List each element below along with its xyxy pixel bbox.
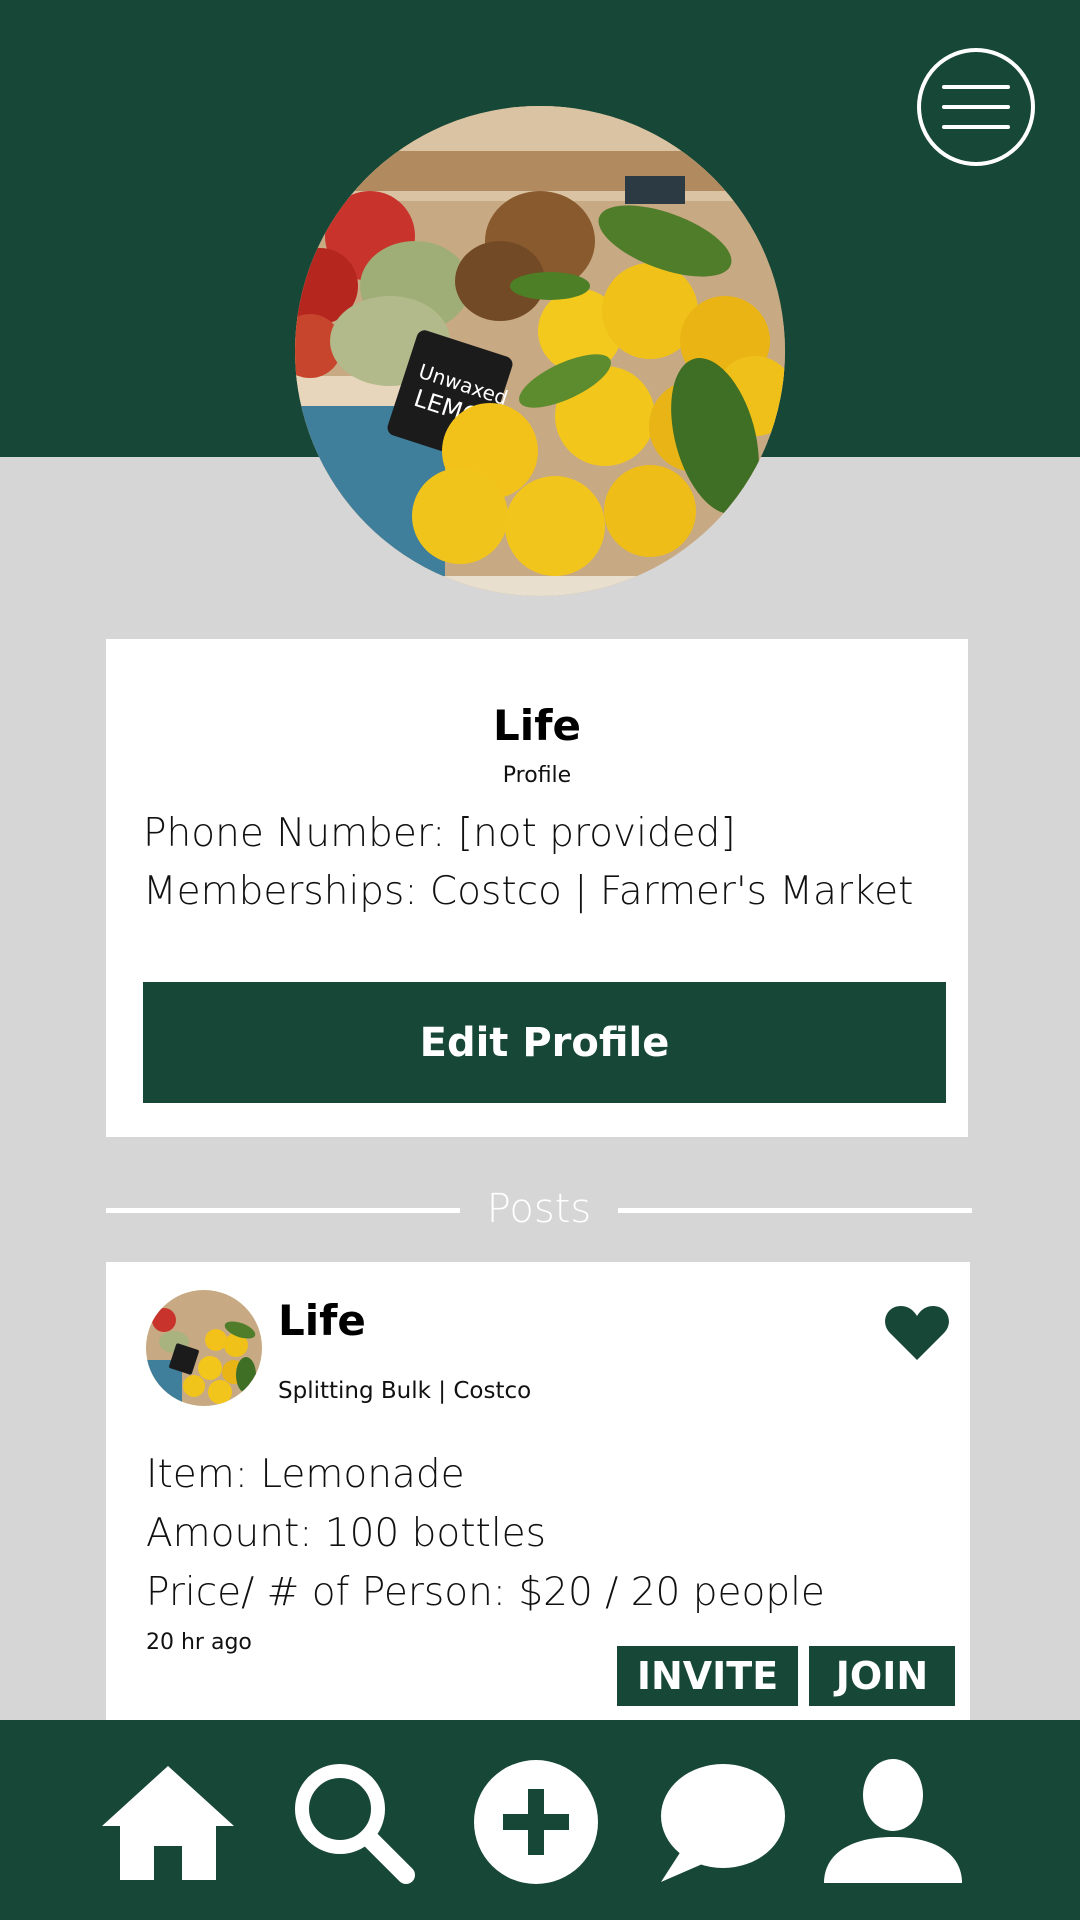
phone-number: Phone Number: [not provided] [143,811,736,856]
post-amount: Amount: 100 bottles [146,1511,546,1556]
nav-home[interactable] [93,1752,243,1892]
hamburger-menu-icon [942,85,1010,129]
posts-divider-right [618,1208,972,1213]
profile-subtitle: Profile [502,763,572,788]
post-author-name[interactable]: Life [278,1296,366,1345]
nav-messages[interactable] [646,1752,796,1892]
post-author-avatar[interactable] [146,1290,262,1406]
invite-button[interactable]: INVITE [617,1646,798,1706]
profile-icon [824,1759,962,1883]
lemons-avatar-image [146,1290,262,1406]
chat-icon [661,1764,785,1882]
profile-photo: Unwaxed LEMON [295,106,785,596]
posts-divider-left [106,1208,460,1213]
post-price: Price/ # of Person: $20 / 20 people [146,1570,825,1615]
profile-name: Life [493,701,581,750]
memberships: Memberships: Costco | Farmer's Market [143,869,914,914]
profile-card: Life Profile Phone Number: [not provided… [106,639,968,1137]
heart-icon[interactable] [884,1302,950,1362]
post-card[interactable]: Life Splitting Bulk | Costco Item: Lemon… [106,1262,970,1722]
join-button[interactable]: JOIN [809,1646,955,1706]
nav-profile[interactable] [818,1752,968,1892]
add-icon [474,1760,598,1884]
edit-profile-button[interactable]: Edit Profile [143,982,946,1103]
post-timestamp: 20 hr ago [146,1630,252,1655]
post-item: Item: Lemonade [146,1452,465,1497]
bottom-navigation [0,1720,1080,1920]
home-icon [102,1766,234,1880]
posts-section-title: Posts [486,1186,592,1232]
search-icon [295,1764,415,1884]
post-group: Splitting Bulk | Costco [278,1378,532,1404]
lemons-market-photo: Unwaxed LEMON [295,106,785,596]
nav-search[interactable] [278,1752,428,1892]
nav-add-post[interactable] [461,1752,611,1892]
menu-button[interactable] [917,48,1035,166]
